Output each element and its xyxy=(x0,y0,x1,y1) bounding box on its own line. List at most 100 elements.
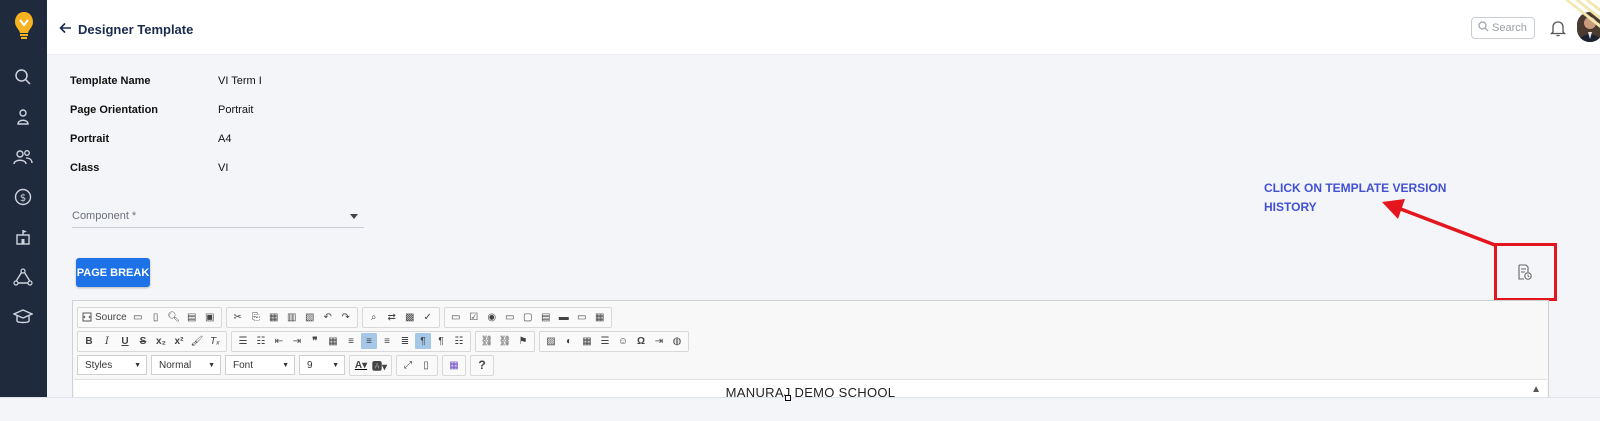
network-icon[interactable] xyxy=(12,266,34,288)
toolbar-group-paragraph: ☰ ☷ ⇤ ⇥ ❞ ▦ ≡ ≡ ≡ ≣ ¶ ¶ ☷ xyxy=(231,330,471,352)
copy-icon[interactable]: ⎘ xyxy=(248,309,264,325)
text-direction-rtl-icon[interactable]: ¶ xyxy=(433,333,449,349)
select-field-icon[interactable]: ▤ xyxy=(538,309,554,325)
maximize-icon[interactable]: ⤢ xyxy=(400,357,416,373)
spellcheck-icon[interactable]: ✓ xyxy=(420,309,436,325)
strikethrough-icon[interactable]: S xyxy=(135,333,151,349)
toolbar-group-document: Source ▭ ▯ 🔍︎ ▤ ▣ xyxy=(77,306,222,328)
align-center-icon[interactable]: ≡ xyxy=(361,333,377,349)
graduation-icon[interactable] xyxy=(12,306,34,328)
italic-icon[interactable]: I xyxy=(99,333,115,349)
save-icon[interactable]: ▭ xyxy=(130,309,146,325)
font-combo[interactable]: Font ▼ xyxy=(225,355,295,375)
templates-icon[interactable]: ▣ xyxy=(202,309,218,325)
link-icon[interactable]: ⛓ xyxy=(479,333,495,349)
undo-icon[interactable]: ↶ xyxy=(320,309,336,325)
new-page-icon[interactable]: ▯ xyxy=(148,309,164,325)
numbered-list-icon[interactable]: ☰ xyxy=(235,333,251,349)
template-version-history-icon[interactable] xyxy=(1517,264,1532,280)
template-name-row: Template Name VI Term I xyxy=(70,75,262,87)
rich-text-editor: Source ▭ ▯ 🔍︎ ▤ ▣ ✂ ⎘ ▦ ▥ ▧ ↶ ↷ ⌕ ⇄ ▩ ✓ … xyxy=(72,300,1549,410)
underline-icon[interactable]: U xyxy=(117,333,133,349)
textfield-icon[interactable]: ▭ xyxy=(502,309,518,325)
smiley-icon[interactable]: ☺ xyxy=(615,333,631,349)
back-link[interactable]: Designer Template xyxy=(59,22,193,37)
toolbar-group-clipboard: ✂ ⎘ ▦ ▥ ▧ ↶ ↷ xyxy=(225,306,358,328)
replace-icon[interactable]: ⇄ xyxy=(384,309,400,325)
iframe-globe-icon[interactable]: ◍ xyxy=(669,333,685,349)
justify-icon[interactable]: ≣ xyxy=(397,333,413,349)
toolbar-group-insert: ▨ ◐ ▦ ☰ ☺ Ω ⇥ ◍ xyxy=(539,330,689,352)
component-select[interactable]: Component * xyxy=(72,204,364,228)
caret-down-icon: ▼ xyxy=(332,361,339,369)
page-break-icon[interactable]: ⇥ xyxy=(651,333,667,349)
print-icon[interactable]: ▤ xyxy=(184,309,200,325)
student-icon[interactable] xyxy=(12,106,34,128)
blockquote-icon[interactable]: ❞ xyxy=(307,333,323,349)
toolbar-group-help: ? xyxy=(470,354,495,376)
div-container-icon[interactable]: ▦ xyxy=(325,333,341,349)
app-logo-icon[interactable] xyxy=(10,10,38,42)
portrait-value: A4 xyxy=(218,133,232,145)
bottom-strip xyxy=(0,397,1600,421)
unlink-icon[interactable]: ⛓ xyxy=(497,333,513,349)
checkbox-icon[interactable]: ☑ xyxy=(466,309,482,325)
search-input[interactable]: Search xyxy=(1471,17,1535,39)
caret-down-icon: ▼ xyxy=(134,361,141,369)
special-char-icon[interactable]: Ω xyxy=(633,333,649,349)
preview-icon[interactable]: 🔍︎ xyxy=(166,309,182,325)
image-icon[interactable]: ▨ xyxy=(543,333,559,349)
search-icon[interactable] xyxy=(12,66,34,88)
align-right-icon[interactable]: ≡ xyxy=(379,333,395,349)
paste-word-icon[interactable]: ▧ xyxy=(302,309,318,325)
align-left-icon[interactable]: ≡ xyxy=(343,333,359,349)
find-icon[interactable]: ⌕ xyxy=(366,309,382,325)
text-color-icon[interactable]: A▾ xyxy=(353,357,369,373)
remove-format-icon[interactable]: Tₓ xyxy=(207,333,223,349)
toolbar-group-basic-styles: B I U S x₂ x² 🖌︎ Tₓ xyxy=(77,330,227,352)
copy-format-icon[interactable]: 🖌︎ xyxy=(189,333,205,349)
template-name-value: VI Term I xyxy=(218,75,262,87)
form-icon[interactable]: ▭ xyxy=(448,309,464,325)
bold-icon[interactable]: B xyxy=(81,333,97,349)
radio-icon[interactable]: ◉ xyxy=(484,309,500,325)
text-direction-ltr-icon[interactable]: ¶ xyxy=(415,333,431,349)
language-icon[interactable]: ☷ xyxy=(451,333,467,349)
table-icon[interactable]: ▦ xyxy=(579,333,595,349)
background-color-icon[interactable]: 🅰︎▾ xyxy=(371,357,388,373)
users-icon[interactable] xyxy=(12,146,34,168)
styles-combo[interactable]: Styles ▼ xyxy=(77,355,147,375)
scroll-up-icon[interactable]: ▲ xyxy=(1531,384,1541,395)
selection-handle[interactable] xyxy=(785,395,791,401)
class-row: Class VI xyxy=(70,162,228,174)
paste-icon[interactable]: ▦ xyxy=(266,309,282,325)
indent-icon[interactable]: ⇥ xyxy=(289,333,305,349)
dollar-icon[interactable]: $ xyxy=(12,186,34,208)
select-all-icon[interactable]: ▩ xyxy=(402,309,418,325)
grid-icon[interactable]: ▦ xyxy=(446,357,462,373)
help-icon[interactable]: ? xyxy=(474,357,490,373)
font-size-combo[interactable]: 9 ▼ xyxy=(299,355,345,375)
building-icon[interactable] xyxy=(12,226,34,248)
search-icon xyxy=(1478,21,1489,35)
bulleted-list-icon[interactable]: ☷ xyxy=(253,333,269,349)
flash-icon[interactable]: ◐ xyxy=(561,333,577,349)
format-combo[interactable]: Normal ▼ xyxy=(151,355,221,375)
hidden-field-icon[interactable]: ▦ xyxy=(592,309,608,325)
outdent-icon[interactable]: ⇤ xyxy=(271,333,287,349)
image-button-icon[interactable]: ▭ xyxy=(574,309,590,325)
anchor-flag-icon[interactable]: ⚑ xyxy=(515,333,531,349)
page-break-button[interactable]: PAGE BREAK xyxy=(76,258,150,287)
textarea-icon[interactable]: ▢ xyxy=(520,309,536,325)
horizontal-line-icon[interactable]: ☰ xyxy=(597,333,613,349)
redo-icon[interactable]: ↷ xyxy=(338,309,354,325)
subscript-icon[interactable]: x₂ xyxy=(153,333,169,349)
button-field-icon[interactable]: ▬ xyxy=(556,309,572,325)
paste-text-icon[interactable]: ▥ xyxy=(284,309,300,325)
superscript-icon[interactable]: x² xyxy=(171,333,187,349)
font-combo-label: Font xyxy=(233,359,254,371)
page-orientation-row: Page Orientation Portrait xyxy=(70,104,253,116)
source-button[interactable]: Source xyxy=(81,309,128,325)
show-blocks-icon[interactable]: ▯ xyxy=(418,357,434,373)
cut-icon[interactable]: ✂ xyxy=(230,309,246,325)
